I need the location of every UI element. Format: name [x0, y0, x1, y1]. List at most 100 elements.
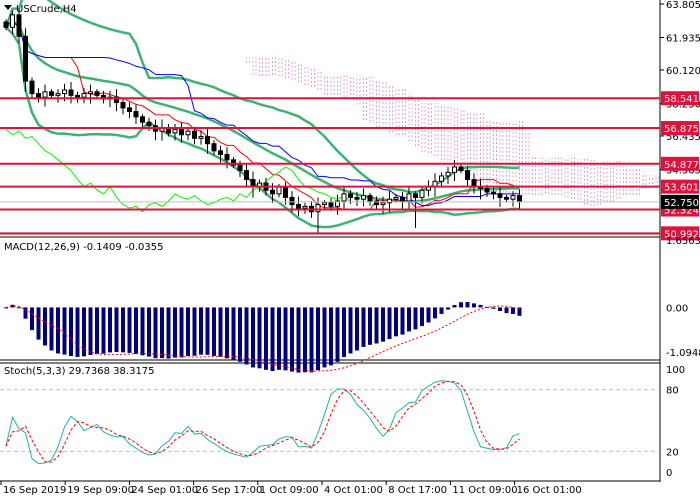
current-price-label: 52.750 — [664, 198, 699, 209]
candle — [439, 172, 444, 186]
level-price-label: 58.541 — [664, 94, 699, 105]
time-label: 8 Oct 17:00 — [388, 485, 447, 496]
macd-label: MACD(12,26,9) -0.1409 -0.0355 — [4, 242, 164, 253]
candle — [185, 128, 191, 141]
candle-body — [88, 91, 93, 95]
macd-bar — [264, 307, 268, 370]
macd-bar — [368, 307, 372, 345]
macd-bar — [30, 307, 34, 331]
macd-bar — [361, 307, 366, 347]
macd-bar — [511, 307, 515, 314]
candle — [36, 88, 41, 103]
candle — [114, 89, 119, 112]
candle-body — [484, 187, 490, 193]
candle — [68, 81, 74, 104]
chart-canvas[interactable]: 63.80561.93560.12058.25056.43554.56558.5… — [0, 0, 700, 500]
candle — [42, 84, 48, 107]
candle-body — [211, 143, 217, 152]
candle-body — [452, 166, 457, 173]
candle — [55, 89, 61, 103]
candle-body — [361, 195, 366, 200]
macd-bar — [270, 307, 275, 372]
macd-tick-label: 0.00 — [666, 303, 688, 314]
candle — [159, 119, 165, 141]
macd-bar — [62, 307, 67, 355]
time-label: 4 Oct 01:00 — [324, 485, 383, 496]
price-tick-label: 61.935 — [666, 33, 700, 44]
macd-bar — [478, 304, 483, 308]
candle-body — [36, 93, 41, 98]
candle-body — [81, 93, 87, 98]
price-tick-label: 63.805 — [666, 0, 700, 11]
macd-bar — [329, 307, 333, 366]
macd-bar — [88, 307, 93, 355]
macd-bar — [498, 307, 502, 312]
macd-bar — [192, 307, 197, 356]
candle-body — [185, 130, 191, 136]
macd-bar — [433, 307, 437, 319]
macd-bar — [127, 307, 132, 353]
macd-bar — [36, 307, 41, 340]
macd-bar — [394, 307, 398, 337]
candle — [153, 119, 158, 141]
candle — [250, 171, 256, 198]
macd-bar — [121, 307, 125, 353]
macd-bar — [322, 307, 327, 368]
candle — [127, 102, 132, 119]
candle-body — [23, 35, 28, 82]
macd-bar — [446, 307, 450, 310]
macd-bar — [316, 307, 320, 371]
candle — [140, 114, 145, 128]
candle — [458, 164, 464, 174]
candle — [445, 166, 451, 185]
level-price-label: 54.877 — [664, 160, 699, 171]
candle-body — [62, 89, 67, 95]
candle — [81, 88, 87, 104]
candle — [120, 98, 126, 115]
macd-bar — [101, 307, 106, 354]
candle-body — [445, 171, 451, 177]
candle-body — [380, 202, 386, 206]
macd-bar — [413, 307, 418, 330]
macd-bar — [296, 307, 301, 373]
candle-body — [75, 94, 80, 98]
macd-tick-label: 1.6563 — [666, 236, 700, 247]
candle — [211, 140, 217, 156]
macd-bar — [407, 307, 411, 332]
macd-bar — [355, 307, 359, 351]
stoch-tick-label: 20 — [666, 447, 679, 458]
macd-bar — [17, 307, 21, 309]
time-label: 24 Sep 01:00 — [131, 485, 198, 496]
macd-bar — [140, 307, 145, 356]
level-price-label: 53.601 — [664, 183, 699, 194]
macd-bar — [335, 307, 340, 362]
candle-body — [146, 121, 152, 127]
candle — [426, 180, 431, 197]
candle-body — [296, 204, 301, 209]
macd-bar — [257, 307, 262, 369]
candle-body — [244, 170, 249, 181]
candle — [244, 164, 249, 187]
candle-body — [283, 186, 288, 198]
macd-bar — [186, 307, 190, 356]
candle-body — [172, 128, 178, 134]
candle-body — [192, 130, 197, 139]
trading-chart[interactable]: 63.80561.93560.12058.25056.43554.56558.5… — [0, 0, 700, 500]
candle-body — [198, 136, 204, 139]
candle-body — [3, 21, 9, 28]
candle — [296, 196, 301, 217]
macd-bar — [56, 307, 60, 354]
macd-bar — [439, 307, 444, 314]
candle-body — [328, 202, 334, 207]
candle-body — [367, 195, 373, 202]
candle — [361, 188, 366, 207]
macd-bar — [212, 307, 216, 356]
candle-body — [510, 195, 516, 200]
candle-body — [250, 179, 256, 188]
candle-body — [289, 196, 295, 206]
dropdown-triangle-icon — [4, 5, 12, 10]
candle-body — [205, 136, 210, 145]
stoch-label: Stoch(5,3,3) 29.7368 38.3175 — [4, 366, 155, 377]
candle-body — [55, 93, 61, 96]
candle-body — [406, 193, 412, 202]
